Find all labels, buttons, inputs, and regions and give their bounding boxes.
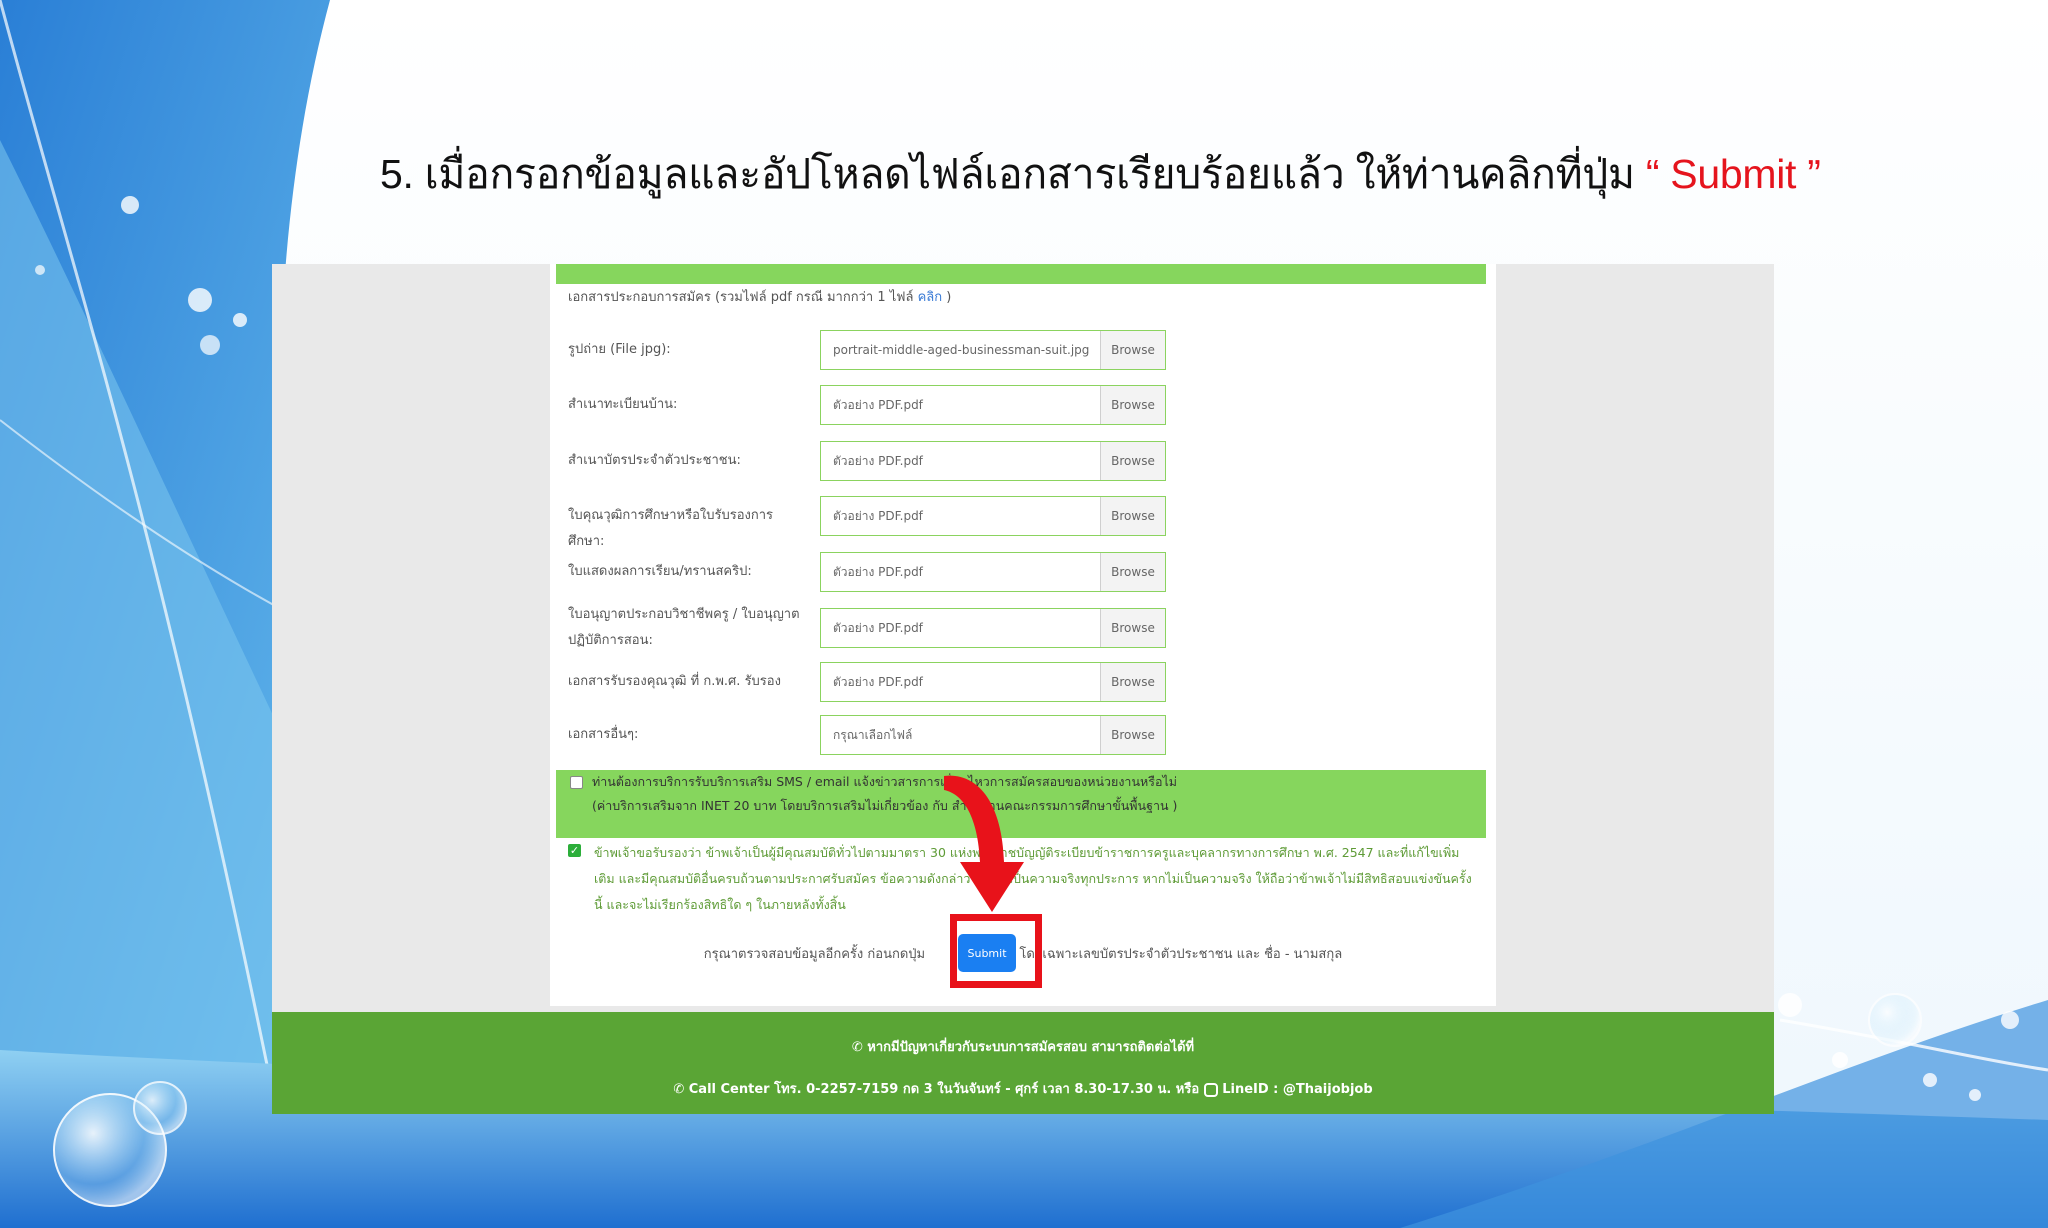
row-label-degree-certificate: ใบคุณวุฒิการศึกษาหรือใบรับรองการศึกษา:	[568, 508, 774, 549]
form-screenshot: เอกสารประกอบการสมัคร (รวมไฟล์ pdf กรณี ม…	[272, 264, 1774, 1114]
row-label-qualification-certificate: เอกสารรับรองคุณวุฒิ ที่ ก.พ.ศ. รับรอง	[568, 674, 781, 689]
row-label-teaching-license: ใบอนุญาตประกอบวิชาชีพครู / ใบอนุญาตปฏิบั…	[568, 607, 800, 648]
browse-button-id-card[interactable]: Browse	[1100, 442, 1165, 480]
row-label-id-card: สำเนาบัตรประจำตัวประชาชน:	[568, 453, 741, 468]
footer-call-center: Call Center โทร. 0-2257-7159 กด 3 ในวันจ…	[688, 1082, 1200, 1097]
file-name-house-registration: ตัวอย่าง PDF.pdf	[833, 398, 923, 412]
documents-intro-link[interactable]: คลิก	[918, 290, 943, 305]
row-label-transcript: ใบแสดงผลการเรียน/ทรานสคริป:	[568, 564, 752, 579]
browse-button-transcript[interactable]: Browse	[1100, 553, 1165, 591]
line-icon	[1203, 1082, 1218, 1097]
slide-title-highlight: “ Submit ”	[1645, 151, 1821, 197]
documents-intro-text: เอกสารประกอบการสมัคร (รวมไฟล์ pdf กรณี ม…	[568, 290, 914, 305]
browse-button-other-documents[interactable]: Browse	[1100, 716, 1165, 754]
file-input-photo[interactable]: portrait-middle-aged-businessman-suit.jp…	[820, 330, 1166, 370]
documents-intro: เอกสารประกอบการสมัคร (รวมไฟล์ pdf กรณี ม…	[568, 286, 951, 307]
footer-line2: ✆ Call Center โทร. 0-2257-7159 กด 3 ในวั…	[272, 1078, 1774, 1099]
documents-intro-close: )	[946, 290, 952, 305]
footer-line1: ✆ หากมีปัญหาเกี่ยวกับระบบการสมัครสอบ สาม…	[272, 1036, 1774, 1057]
file-name-transcript: ตัวอย่าง PDF.pdf	[833, 565, 923, 579]
file-input-degree-certificate[interactable]: ตัวอย่าง PDF.pdf Browse	[820, 496, 1166, 536]
browse-button-degree-certificate[interactable]: Browse	[1100, 497, 1165, 535]
slide-title: 5. เมื่อกรอกข้อมูลและอัปโหลดไฟล์เอกสารเร…	[380, 142, 1821, 207]
file-input-teaching-license[interactable]: ตัวอย่าง PDF.pdf Browse	[820, 608, 1166, 648]
file-name-other-documents: กรุณาเลือกไฟล์	[833, 728, 913, 742]
form-header-bar	[556, 264, 1486, 284]
checkmark-icon: ✓	[569, 844, 580, 857]
file-name-teaching-license: ตัวอย่าง PDF.pdf	[833, 621, 923, 635]
file-name-degree-certificate: ตัวอย่าง PDF.pdf	[833, 509, 923, 523]
form-card: เอกสารประกอบการสมัคร (รวมไฟล์ pdf กรณี ม…	[550, 264, 1496, 1006]
file-input-other-documents[interactable]: กรุณาเลือกไฟล์ Browse	[820, 715, 1166, 755]
file-name-qualification-certificate: ตัวอย่าง PDF.pdf	[833, 675, 923, 689]
sms-option-line1: ท่านต้องการบริการรับบริการเสริม SMS / em…	[592, 774, 1177, 789]
row-label-house-registration: สำเนาทะเบียนบ้าน:	[568, 397, 678, 412]
submit-note-before: กรุณาตรวจสอบข้อมูลอีกครั้ง ก่อนกดปุ่ม	[703, 947, 926, 962]
arrow-down-icon	[944, 775, 1024, 912]
row-label-other-documents: เอกสารอื่นๆ:	[568, 727, 639, 742]
row-label-photo: รูปถ่าย (File jpg):	[568, 342, 671, 357]
slide-title-text: 5. เมื่อกรอกข้อมูลและอัปโหลดไฟล์เอกสารเร…	[380, 151, 1635, 197]
browse-button-house-registration[interactable]: Browse	[1100, 386, 1165, 424]
phone-icon: ✆	[851, 1040, 863, 1055]
submit-note-after: โดยเฉพาะเลขบัตรประจำตัวประชาชน และ ชื่อ …	[1019, 947, 1343, 962]
footer-help-text: หากมีปัญหาเกี่ยวกับระบบการสมัครสอบ สามาร…	[867, 1040, 1195, 1055]
file-input-transcript[interactable]: ตัวอย่าง PDF.pdf Browse	[820, 552, 1166, 592]
browse-button-photo[interactable]: Browse	[1100, 331, 1165, 369]
page-footer: ✆ หากมีปัญหาเกี่ยวกับระบบการสมัครสอบ สาม…	[272, 1012, 1774, 1114]
file-input-house-registration[interactable]: ตัวอย่าง PDF.pdf Browse	[820, 385, 1166, 425]
sms-option-text: ท่านต้องการบริการรับบริการเสริม SMS / em…	[592, 770, 1472, 818]
browse-button-teaching-license[interactable]: Browse	[1100, 609, 1165, 647]
phone-icon: ✆	[673, 1082, 685, 1097]
file-input-id-card[interactable]: ตัวอย่าง PDF.pdf Browse	[820, 441, 1166, 481]
file-input-qualification-certificate[interactable]: ตัวอย่าง PDF.pdf Browse	[820, 662, 1166, 702]
file-name-photo: portrait-middle-aged-businessman-suit.jp…	[833, 343, 1090, 357]
file-name-id-card: ตัวอย่าง PDF.pdf	[833, 454, 923, 468]
sms-checkbox[interactable]	[570, 776, 583, 789]
footer-line-id: LineID : @Thaijobjob	[1222, 1082, 1373, 1097]
consent-text: ข้าพเจ้าขอรับรองว่า ข้าพเจ้าเป็นผู้มีคุณ…	[594, 845, 1472, 912]
browse-button-qualification-certificate[interactable]: Browse	[1100, 663, 1165, 701]
consent-checkbox[interactable]: ✓	[568, 844, 581, 857]
sms-option-line2: (ค่าบริการเสริมจาก INET 20 บาท โดยบริการ…	[592, 798, 1178, 813]
submit-highlight-box	[950, 914, 1042, 988]
